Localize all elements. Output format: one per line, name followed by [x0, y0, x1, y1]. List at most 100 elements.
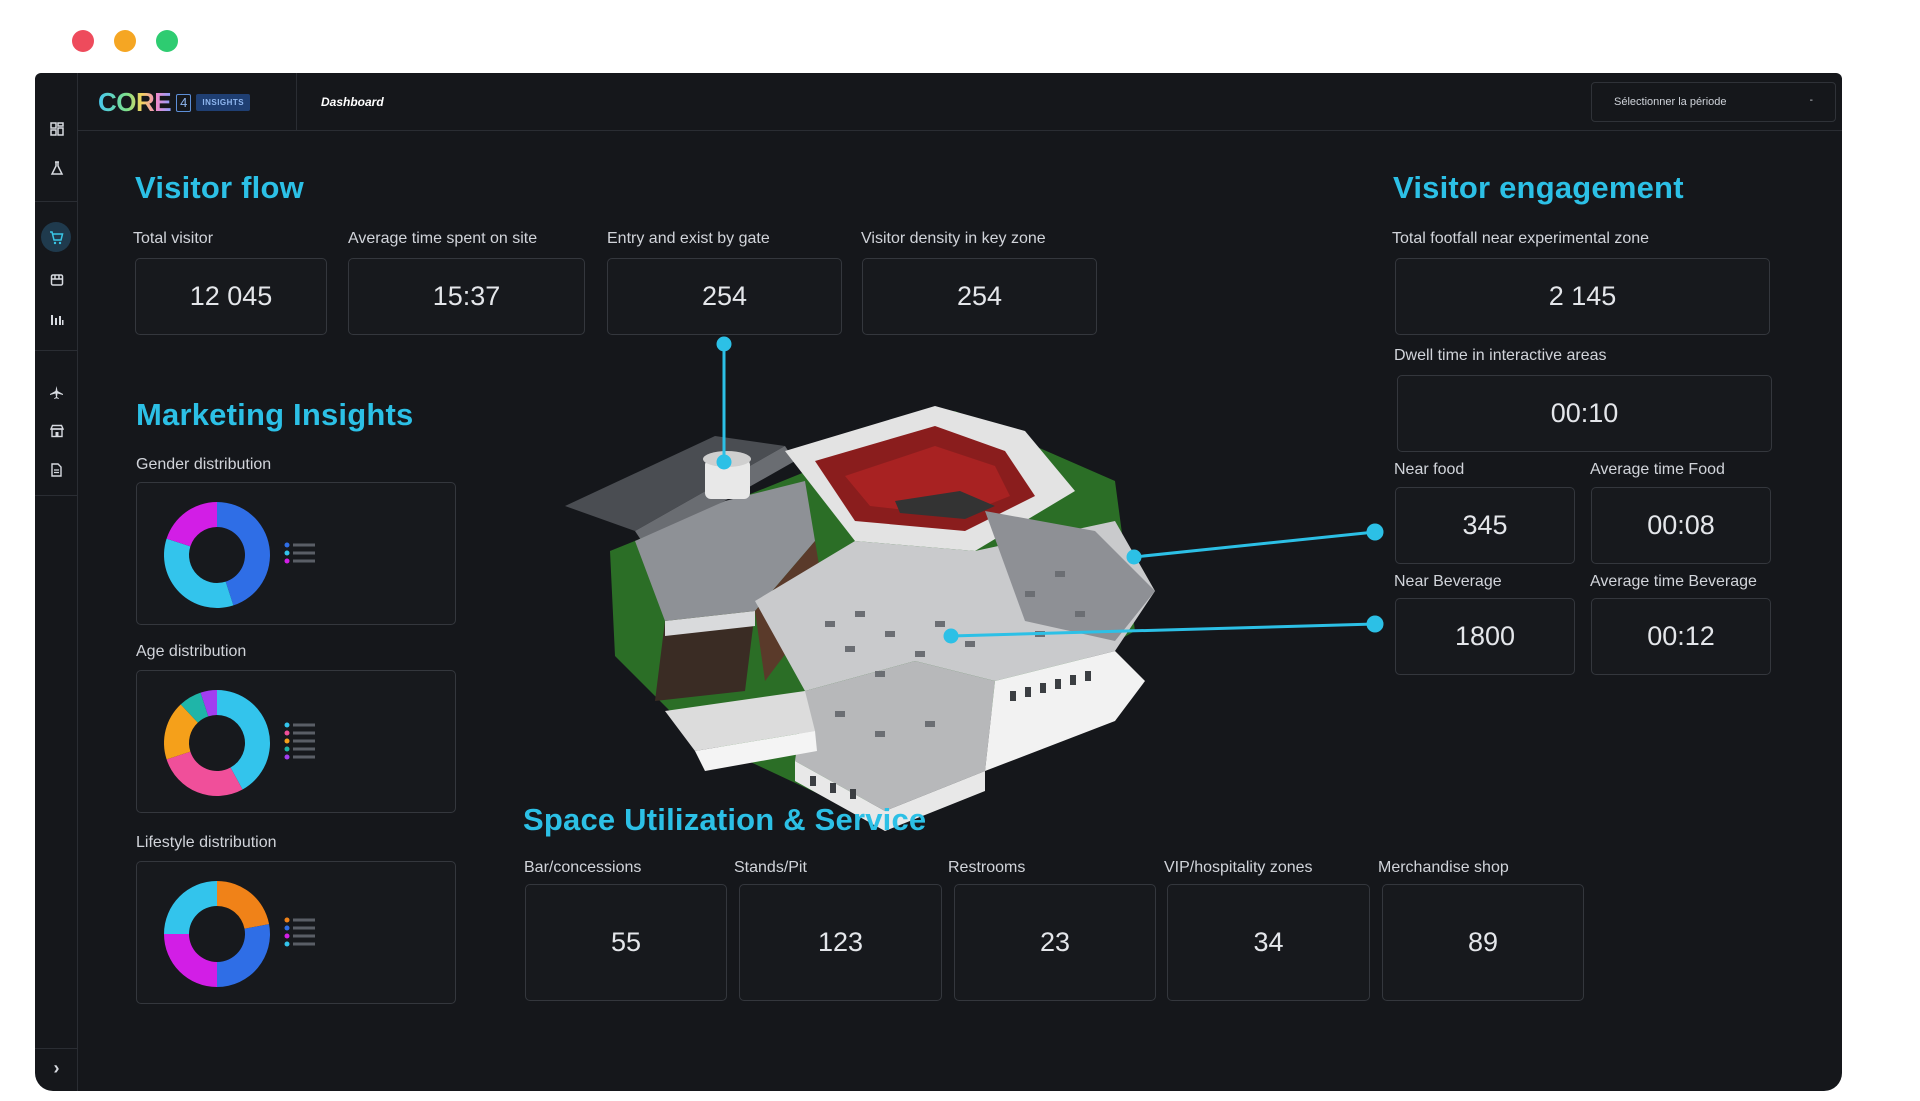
average-time-beverage-card: 00:12 — [1591, 598, 1771, 675]
gender-legend-text — [293, 559, 315, 563]
lifestyle-legend-swatch — [284, 917, 290, 923]
lifestyle-distribution-label: Lifestyle distribution — [136, 834, 277, 851]
chevron-right-icon: › — [53, 1057, 60, 1078]
flask-icon[interactable] — [35, 154, 78, 182]
period-select-label: Sélectionner la période — [1614, 96, 1727, 108]
top-bar: CORE 4 INSIGHTS Dashboard Sélectionner l… — [78, 73, 1842, 131]
gender-legend-swatch — [284, 542, 290, 548]
age-donut-chart — [164, 690, 315, 796]
age-legend-text — [293, 739, 315, 743]
age-legend-swatch — [284, 746, 290, 752]
document-icon[interactable] — [35, 456, 78, 484]
metric-label: Entry and exist by gate — [607, 230, 770, 247]
metric-value: 1800 — [1454, 621, 1516, 651]
lifestyle-legend-swatch — [284, 925, 290, 931]
metric-label: Restrooms — [948, 859, 1026, 876]
store-icon[interactable] — [35, 266, 78, 294]
metric-label: Average time Food — [1590, 461, 1725, 478]
lifestyle-legend-text — [293, 926, 315, 930]
metric-value: 12 045 — [189, 281, 273, 311]
dwell-time-card: 00:10 — [1397, 375, 1772, 452]
bar-chart-icon[interactable] — [35, 305, 78, 333]
expand-sidebar-button[interactable]: › — [35, 1054, 78, 1082]
metric-value: 23 — [1039, 927, 1071, 957]
lifestyle-legend-text — [293, 918, 315, 922]
metric-value: 55 — [610, 927, 642, 957]
metric-value: 00:10 — [1550, 398, 1619, 428]
maximize-window-button[interactable] — [156, 30, 178, 52]
gender-legend-swatch — [284, 550, 290, 556]
period-select[interactable]: Sélectionner la période - — [1591, 82, 1836, 122]
logo-badge: INSIGHTS — [196, 94, 251, 111]
visitor-density-card: 254 — [862, 258, 1097, 335]
metric-label: Average time spent on site — [348, 230, 538, 247]
age-distribution-label: Age distribution — [136, 643, 247, 660]
logo-text: CORE — [98, 87, 172, 117]
gender-slice — [166, 502, 217, 547]
gender-chart-card — [136, 482, 456, 625]
lifestyle-slice — [217, 881, 270, 929]
near-food-card: 345 — [1395, 487, 1575, 564]
metric-value: 123 — [817, 927, 864, 957]
logo[interactable]: CORE 4 INSIGHTS — [98, 87, 251, 118]
age-legend-text — [293, 723, 315, 727]
metric-label: VIP/hospitality zones — [1164, 859, 1313, 876]
age-legend-text — [293, 747, 315, 751]
lifestyle-chart-card — [136, 861, 456, 1004]
visitor-engagement-title: Visitor engagement — [1393, 170, 1684, 205]
breadcrumb[interactable]: Dashboard — [321, 95, 384, 109]
age-legend-swatch — [284, 754, 290, 760]
gender-donut-chart — [164, 502, 315, 608]
space-utilization-title: Space Utilization & Service — [523, 802, 927, 837]
metric-value: 345 — [1462, 510, 1508, 540]
lifestyle-legend-swatch — [284, 941, 290, 947]
lifestyle-legend-swatch — [284, 933, 290, 939]
metric-value: 254 — [701, 281, 748, 311]
metric-label: Stands/Pit — [734, 859, 807, 876]
gender-legend-text — [293, 543, 315, 547]
window-controls — [72, 30, 178, 52]
minimize-window-button[interactable] — [114, 30, 136, 52]
visitor-flow-title: Visitor flow — [135, 170, 304, 205]
near-beverage-card: 1800 — [1395, 598, 1575, 675]
metric-label: Total footfall near experimental zone — [1392, 230, 1650, 247]
age-legend-text — [293, 731, 315, 735]
age-legend-swatch — [284, 730, 290, 736]
metric-label: Dwell time in interactive areas — [1394, 347, 1607, 364]
stands-pit-card: 123 — [739, 884, 942, 1001]
vip-hospitality-card: 34 — [1167, 884, 1370, 1001]
metric-value: 34 — [1253, 927, 1284, 957]
gender-slice — [164, 538, 234, 608]
footfall-card: 2 145 — [1395, 258, 1770, 335]
metric-value: 2 145 — [1548, 281, 1617, 311]
lifestyle-slice — [164, 934, 217, 987]
metric-label: Merchandise shop — [1378, 859, 1509, 876]
plane-icon[interactable] — [35, 378, 78, 406]
age-legend-text — [293, 755, 315, 759]
average-time-food-card: 00:08 — [1591, 487, 1771, 564]
metric-label: Total visitor — [133, 230, 214, 247]
metric-value: 89 — [1467, 927, 1499, 957]
metric-label: Near Beverage — [1394, 573, 1502, 590]
age-slice — [166, 751, 243, 796]
age-legend-swatch — [284, 738, 290, 744]
metric-value: 00:08 — [1647, 510, 1715, 540]
marketing-insights-title: Marketing Insights — [136, 397, 414, 432]
shop-icon[interactable] — [35, 417, 78, 445]
chevron-down-icon: - — [1809, 95, 1813, 106]
metric-value: 15:37 — [432, 281, 501, 311]
cart-icon[interactable] — [41, 222, 71, 252]
dashboard-icon[interactable] — [35, 115, 78, 143]
lifestyle-slice — [217, 924, 270, 987]
metric-value: 00:12 — [1647, 621, 1715, 651]
merchandise-shop-card: 89 — [1382, 884, 1584, 1001]
close-window-button[interactable] — [72, 30, 94, 52]
metric-label: Bar/concessions — [524, 859, 642, 876]
lifestyle-slice — [164, 881, 217, 934]
entry-exit-gate-card: 254 — [607, 258, 842, 335]
metric-label: Near food — [1394, 461, 1465, 478]
app-window: › CORE 4 INSIGHTS Dashboard Sélectionner… — [35, 73, 1842, 1091]
sidebar: › — [35, 73, 78, 1091]
restrooms-card: 23 — [954, 884, 1156, 1001]
gender-legend-text — [293, 551, 315, 555]
